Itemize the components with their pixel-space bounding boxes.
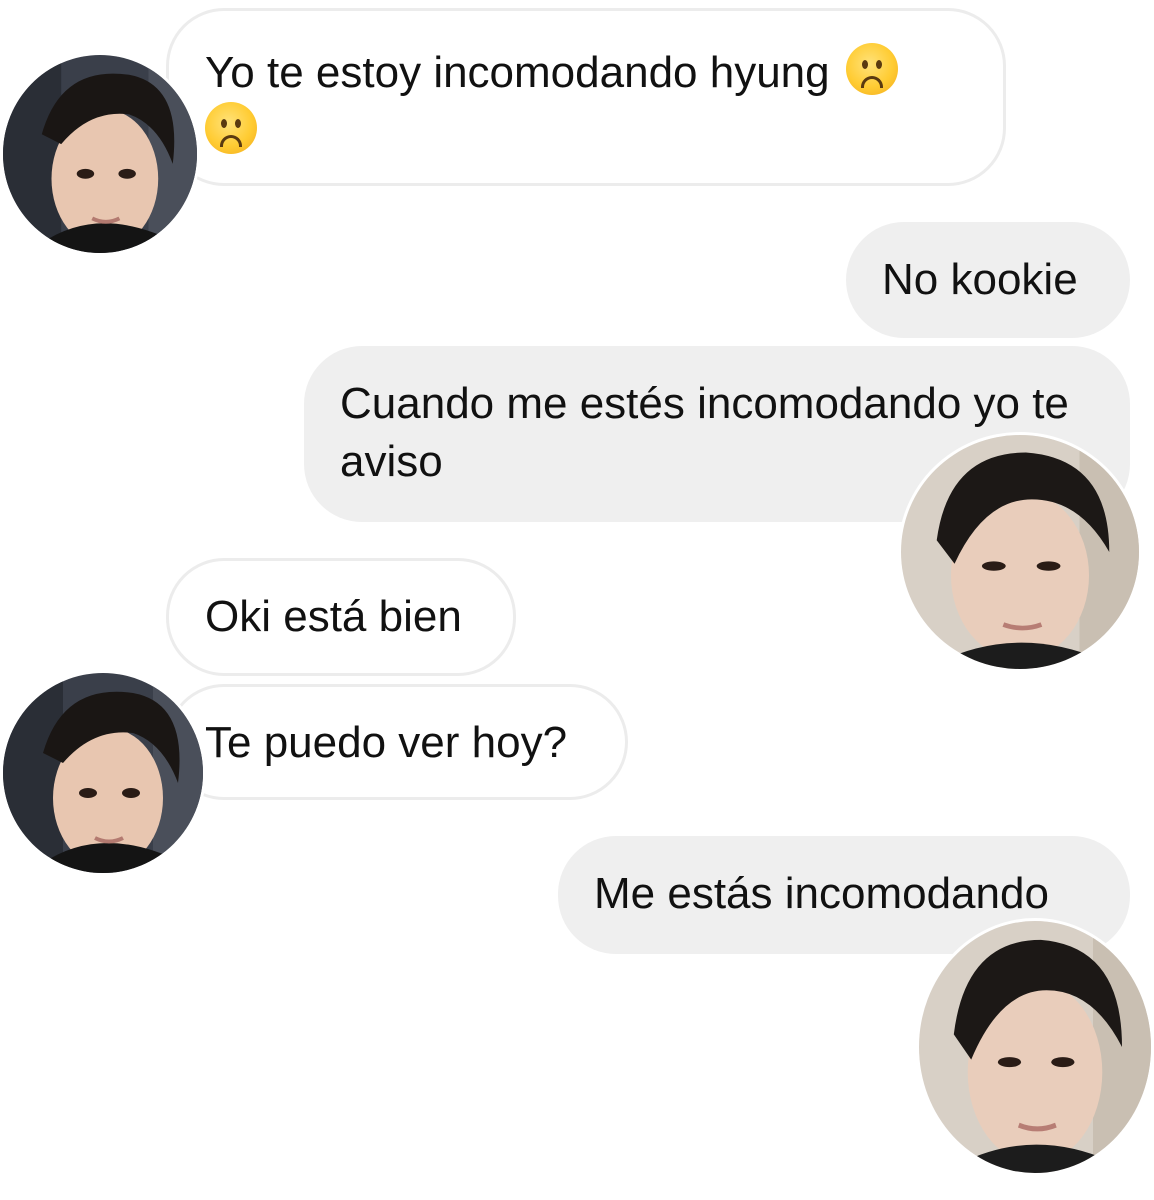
message-text: Me estás incomodando [594, 869, 1049, 918]
outgoing-message-bubble[interactable]: No kookie [846, 222, 1130, 338]
frowning-face-emoji-icon [845, 43, 898, 95]
message-text: Yo te estoy incomodando hyung [205, 48, 830, 97]
incoming-message-bubble[interactable]: Yo te estoy incomodando hyung [166, 8, 1006, 186]
incoming-message-bubble[interactable]: Oki está bien [166, 558, 516, 676]
contact-avatar[interactable] [0, 52, 200, 256]
user-avatar[interactable] [898, 432, 1142, 672]
message-text: No kookie [882, 255, 1078, 304]
frowning-face-emoji-icon [205, 102, 257, 154]
contact-avatar[interactable] [0, 670, 206, 876]
user-avatar[interactable] [916, 918, 1154, 1176]
incoming-message-bubble[interactable]: Te puedo ver hoy? [166, 684, 628, 800]
message-text: Te puedo ver hoy? [205, 718, 568, 767]
message-text: Oki está bien [205, 592, 462, 641]
